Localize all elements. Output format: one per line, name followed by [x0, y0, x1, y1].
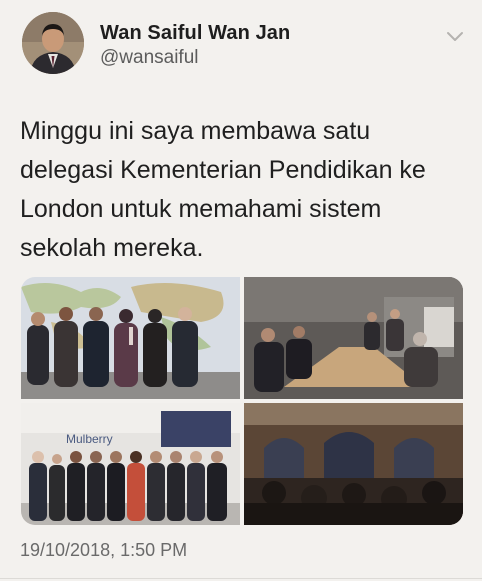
photo-grid: Mulberry: [21, 277, 463, 525]
author-handle[interactable]: @wansaiful: [100, 47, 199, 69]
tweet-timestamp[interactable]: 19/10/2018, 1:50 PM: [20, 540, 187, 561]
svg-text:Mulberry: Mulberry: [66, 432, 113, 446]
tweet-text: Minggu ini saya membawa satu delegasi Ke…: [20, 117, 426, 262]
photo-meeting-room[interactable]: [244, 277, 463, 399]
avatar[interactable]: [22, 12, 84, 74]
photo-delegation-map[interactable]: [21, 277, 240, 399]
chevron-down-icon[interactable]: [446, 30, 464, 42]
photo-ornate-hall[interactable]: [244, 403, 463, 525]
divider: [0, 578, 482, 579]
photo-group-school[interactable]: Mulberry: [21, 403, 240, 525]
author-name[interactable]: Wan Saiful Wan Jan: [100, 22, 290, 45]
tweet-card: Wan Saiful Wan Jan @wansaiful Minggu ini…: [0, 0, 482, 581]
